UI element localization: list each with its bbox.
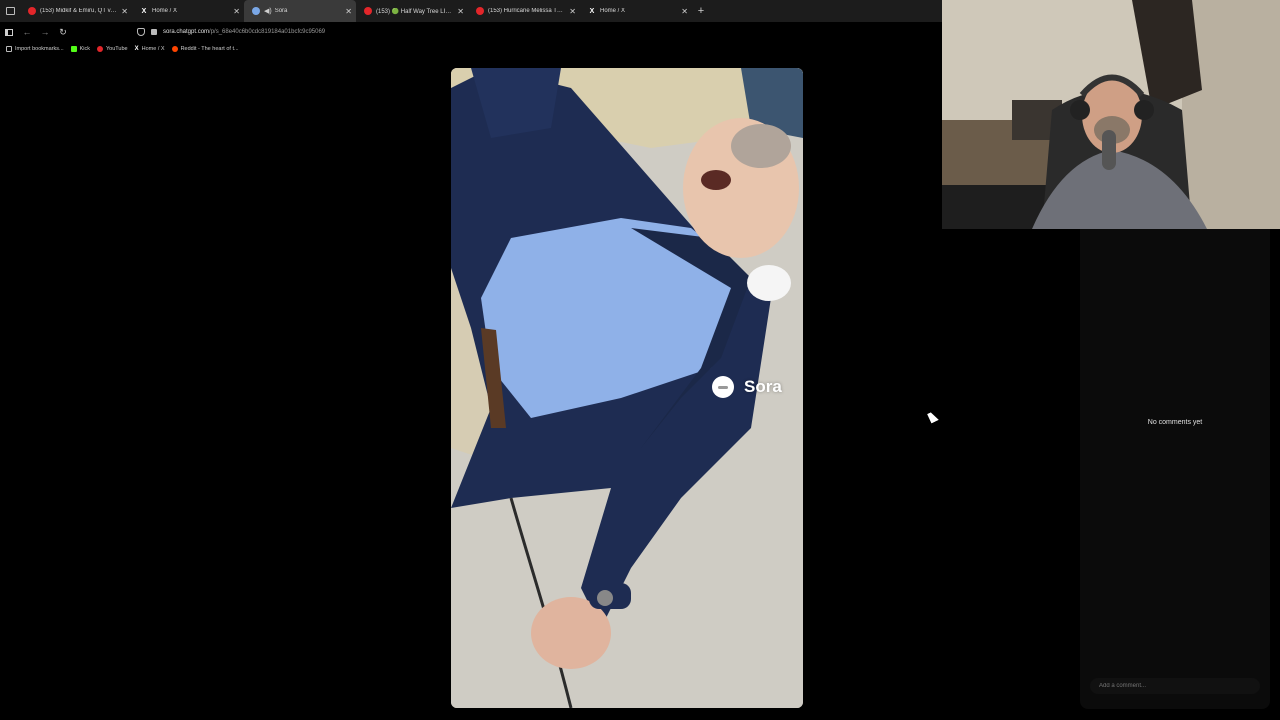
navigation-bar: ← → ↻ sora.chatgpt.com /p/s_68e40c6b0cdc… (0, 22, 942, 42)
import-icon (6, 46, 12, 52)
tab-title: (153) Hurricane Melissa Threat (488, 8, 566, 14)
tab-sora[interactable]: ◀) Sora ✕ (244, 0, 356, 22)
bookmark-label: Kick (79, 46, 90, 52)
tab-youtube-2[interactable]: (153) 🟢 Half Way Tree LIVE - J ✕ (356, 0, 468, 22)
new-tab-button[interactable]: + (692, 0, 710, 22)
close-tab-icon[interactable]: ✕ (681, 7, 688, 16)
x-icon: X (589, 7, 595, 15)
mouse-cursor-icon (927, 410, 939, 424)
bookmark-label: YouTube (106, 46, 128, 52)
x-icon: X (134, 46, 139, 52)
back-arrow-icon: ← (22, 27, 32, 37)
close-tab-icon[interactable]: ✕ (121, 7, 128, 16)
webcam-overlay (942, 0, 1280, 229)
sora-icon (252, 7, 260, 15)
url-path: /p/s_68e40c6b0cdc819184a01bcfc9c95069 (209, 29, 326, 35)
youtube-icon (476, 7, 484, 15)
tab-bar: (153) Midkif & Emiru, QT vs Vai ✕ X Home… (0, 0, 942, 22)
tab-title: Home / X (600, 8, 626, 14)
bookmark-import[interactable]: Import bookmarks... (6, 46, 64, 52)
no-comments-text: No comments yet (1147, 419, 1203, 426)
forward-arrow-icon: → (40, 27, 50, 37)
bookmark-label: Home / X (141, 46, 165, 52)
reload-icon: ↻ (59, 26, 67, 37)
kick-icon (70, 46, 77, 52)
url-host: sora.chatgpt.com (163, 29, 210, 35)
bookmark-reddit[interactable]: Reddit - The heart of t... (171, 46, 239, 52)
youtube-icon (28, 7, 36, 15)
bookmark-label: Reddit - The heart of t... (180, 46, 239, 52)
youtube-icon (364, 7, 372, 15)
tab-menu-button[interactable] (0, 0, 20, 22)
back-button[interactable]: ← (18, 22, 36, 42)
reload-button[interactable]: ↻ (54, 22, 72, 42)
tab-title: Sora (274, 8, 288, 14)
tab-title: (153) Midkif & Emiru, QT vs Vai (40, 8, 118, 14)
webcam-frame (942, 0, 1280, 229)
watermark-text: Sora (744, 377, 782, 396)
close-tab-icon[interactable]: ✕ (569, 7, 576, 16)
reddit-icon (171, 46, 178, 52)
bookmark-kick[interactable]: Kick (70, 46, 90, 52)
close-tab-icon[interactable]: ✕ (457, 7, 464, 16)
lock-icon[interactable] (151, 29, 157, 35)
close-tab-icon[interactable]: ✕ (345, 7, 352, 16)
bookmark-label: Import bookmarks... (15, 46, 64, 52)
close-tab-icon[interactable]: ✕ (233, 7, 240, 16)
tab-x-home-1[interactable]: X Home / X ✕ (132, 0, 244, 22)
address-bar[interactable]: sora.chatgpt.com /p/s_68e40c6b0cdc819184… (135, 25, 835, 39)
shield-icon[interactable] (137, 28, 145, 36)
tab-title: Home / X (152, 8, 178, 14)
sora-video-player[interactable]: Sora (451, 68, 803, 708)
sidebar-icon (5, 28, 13, 36)
tab-title: (153) 🟢 Half Way Tree LIVE - J (376, 8, 454, 15)
tab-youtube-1[interactable]: (153) Midkif & Emiru, QT vs Vai ✕ (20, 0, 132, 22)
tabs-icon (5, 7, 15, 15)
youtube-icon (97, 46, 103, 52)
bookmark-x[interactable]: X Home / X (135, 46, 165, 52)
sidebar-toggle-button[interactable] (0, 22, 18, 42)
tab-youtube-3[interactable]: (153) Hurricane Melissa Threat ✕ (468, 0, 580, 22)
bookmarks-bar: Import bookmarks... Kick YouTube X Home /… (0, 42, 942, 56)
bookmark-youtube[interactable]: YouTube (97, 46, 128, 52)
sora-watermark: Sora (712, 376, 782, 398)
forward-button[interactable]: → (36, 22, 54, 42)
speaker-icon[interactable]: ◀) (264, 7, 272, 15)
comment-input[interactable] (1090, 678, 1260, 694)
comments-panel: No comments yet (1080, 229, 1270, 709)
tab-x-home-2[interactable]: X Home / X ✕ (580, 0, 692, 22)
sora-logo-icon (712, 376, 734, 398)
x-icon: X (141, 7, 147, 15)
